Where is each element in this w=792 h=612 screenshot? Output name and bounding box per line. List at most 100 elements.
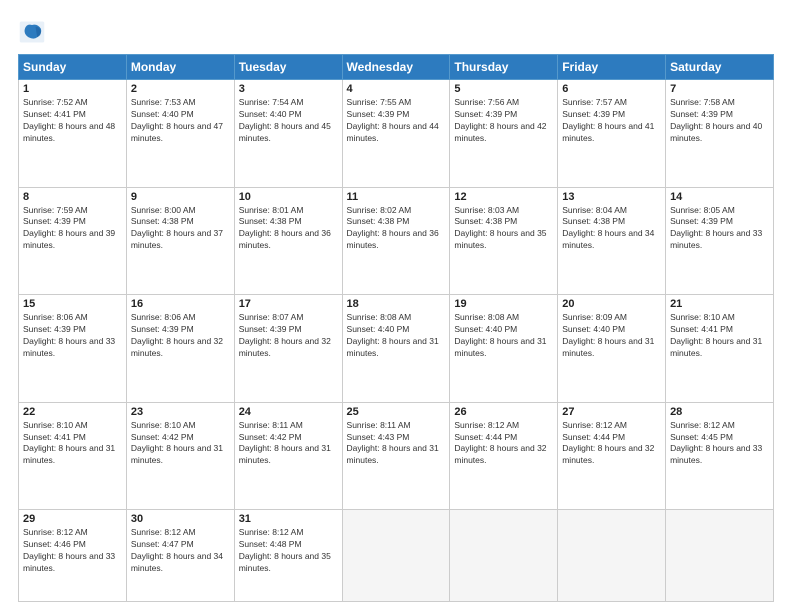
day-number: 25 bbox=[347, 406, 446, 418]
calendar-cell: 28 Sunrise: 8:12 AMSunset: 4:45 PMDayligh… bbox=[666, 402, 774, 510]
day-number: 20 bbox=[562, 298, 661, 310]
calendar-cell: 19 Sunrise: 8:08 AMSunset: 4:40 PMDayligh… bbox=[450, 295, 558, 403]
day-info: Sunrise: 8:02 AMSunset: 4:38 PMDaylight:… bbox=[347, 205, 446, 253]
logo bbox=[18, 18, 50, 46]
day-info: Sunrise: 7:57 AMSunset: 4:39 PMDaylight:… bbox=[562, 97, 661, 145]
day-header-monday: Monday bbox=[126, 55, 234, 80]
week-row-2: 8Sunrise: 7:59 AMSunset: 4:39 PMDaylight… bbox=[19, 187, 774, 295]
day-info: Sunrise: 7:58 AMSunset: 4:39 PMDaylight:… bbox=[670, 97, 769, 145]
day-info: Sunrise: 7:55 AMSunset: 4:39 PMDaylight:… bbox=[347, 97, 446, 145]
day-number: 18 bbox=[347, 298, 446, 310]
day-info: Sunrise: 8:10 AMSunset: 4:41 PMDaylight:… bbox=[670, 312, 769, 360]
calendar-cell: 26 Sunrise: 8:12 AMSunset: 4:44 PMDayligh… bbox=[450, 402, 558, 510]
day-header-wednesday: Wednesday bbox=[342, 55, 450, 80]
calendar-header-row: SundayMondayTuesdayWednesdayThursdayFrid… bbox=[19, 55, 774, 80]
calendar-cell: 18 Sunrise: 8:08 AMSunset: 4:40 PMDayligh… bbox=[342, 295, 450, 403]
day-info: Sunrise: 7:54 AMSunset: 4:40 PMDaylight:… bbox=[239, 97, 338, 145]
calendar-cell bbox=[558, 510, 666, 602]
calendar-cell: 11 Sunrise: 8:02 AMSunset: 4:38 PMDayligh… bbox=[342, 187, 450, 295]
day-number: 26 bbox=[454, 406, 553, 418]
day-number: 30 bbox=[131, 513, 230, 525]
day-info: Sunrise: 8:07 AMSunset: 4:39 PMDaylight:… bbox=[239, 312, 338, 360]
calendar-cell: 16Sunrise: 8:06 AMSunset: 4:39 PMDayligh… bbox=[126, 295, 234, 403]
day-number: 17 bbox=[239, 298, 338, 310]
calendar-cell: 10 Sunrise: 8:01 AMSunset: 4:38 PMDayligh… bbox=[234, 187, 342, 295]
day-info: Sunrise: 8:06 AMSunset: 4:39 PMDaylight:… bbox=[23, 312, 122, 360]
day-number: 28 bbox=[670, 406, 769, 418]
calendar-cell: 1Sunrise: 7:52 AMSunset: 4:41 PMDaylight… bbox=[19, 80, 127, 188]
day-info: Sunrise: 8:04 AMSunset: 4:38 PMDaylight:… bbox=[562, 205, 661, 253]
day-info: Sunrise: 8:05 AMSunset: 4:39 PMDaylight:… bbox=[670, 205, 769, 253]
day-info: Sunrise: 8:08 AMSunset: 4:40 PMDaylight:… bbox=[454, 312, 553, 360]
calendar-cell bbox=[342, 510, 450, 602]
calendar-cell: 5Sunrise: 7:56 AMSunset: 4:39 PMDaylight… bbox=[450, 80, 558, 188]
day-info: Sunrise: 8:12 AMSunset: 4:46 PMDaylight:… bbox=[23, 527, 122, 575]
calendar-cell: 7 Sunrise: 7:58 AMSunset: 4:39 PMDaylight… bbox=[666, 80, 774, 188]
calendar-cell: 3 Sunrise: 7:54 AMSunset: 4:40 PMDaylight… bbox=[234, 80, 342, 188]
day-info: Sunrise: 8:08 AMSunset: 4:40 PMDaylight:… bbox=[347, 312, 446, 360]
day-info: Sunrise: 8:12 AMSunset: 4:44 PMDaylight:… bbox=[562, 420, 661, 468]
day-number: 2 bbox=[131, 83, 230, 95]
logo-icon bbox=[18, 18, 46, 46]
day-info: Sunrise: 8:12 AMSunset: 4:48 PMDaylight:… bbox=[239, 527, 338, 575]
day-header-thursday: Thursday bbox=[450, 55, 558, 80]
calendar-cell: 12 Sunrise: 8:03 AMSunset: 4:38 PMDayligh… bbox=[450, 187, 558, 295]
day-info: Sunrise: 8:12 AMSunset: 4:44 PMDaylight:… bbox=[454, 420, 553, 468]
day-header-tuesday: Tuesday bbox=[234, 55, 342, 80]
day-number: 7 bbox=[670, 83, 769, 95]
day-info: Sunrise: 8:09 AMSunset: 4:40 PMDaylight:… bbox=[562, 312, 661, 360]
day-info: Sunrise: 8:12 AMSunset: 4:45 PMDaylight:… bbox=[670, 420, 769, 468]
day-header-sunday: Sunday bbox=[19, 55, 127, 80]
calendar-cell: 21Sunrise: 8:10 AMSunset: 4:41 PMDayligh… bbox=[666, 295, 774, 403]
day-number: 12 bbox=[454, 191, 553, 203]
day-info: Sunrise: 7:59 AMSunset: 4:39 PMDaylight:… bbox=[23, 205, 122, 253]
calendar-cell: 22Sunrise: 8:10 AMSunset: 4:41 PMDayligh… bbox=[19, 402, 127, 510]
day-info: Sunrise: 8:00 AMSunset: 4:38 PMDaylight:… bbox=[131, 205, 230, 253]
calendar-cell: 31Sunrise: 8:12 AMSunset: 4:48 PMDayligh… bbox=[234, 510, 342, 602]
day-number: 10 bbox=[239, 191, 338, 203]
calendar-cell bbox=[450, 510, 558, 602]
day-info: Sunrise: 8:10 AMSunset: 4:41 PMDaylight:… bbox=[23, 420, 122, 468]
header bbox=[18, 18, 774, 46]
day-number: 27 bbox=[562, 406, 661, 418]
day-header-friday: Friday bbox=[558, 55, 666, 80]
calendar-cell: 8Sunrise: 7:59 AMSunset: 4:39 PMDaylight… bbox=[19, 187, 127, 295]
day-info: Sunrise: 7:56 AMSunset: 4:39 PMDaylight:… bbox=[454, 97, 553, 145]
day-number: 15 bbox=[23, 298, 122, 310]
day-number: 9 bbox=[131, 191, 230, 203]
day-number: 16 bbox=[131, 298, 230, 310]
day-header-saturday: Saturday bbox=[666, 55, 774, 80]
day-info: Sunrise: 8:01 AMSunset: 4:38 PMDaylight:… bbox=[239, 205, 338, 253]
day-number: 19 bbox=[454, 298, 553, 310]
calendar-cell: 14Sunrise: 8:05 AMSunset: 4:39 PMDayligh… bbox=[666, 187, 774, 295]
calendar-cell: 27 Sunrise: 8:12 AMSunset: 4:44 PMDayligh… bbox=[558, 402, 666, 510]
day-info: Sunrise: 7:53 AMSunset: 4:40 PMDaylight:… bbox=[131, 97, 230, 145]
calendar-cell: 25 Sunrise: 8:11 AMSunset: 4:43 PMDayligh… bbox=[342, 402, 450, 510]
page: SundayMondayTuesdayWednesdayThursdayFrid… bbox=[0, 0, 792, 612]
week-row-4: 22Sunrise: 8:10 AMSunset: 4:41 PMDayligh… bbox=[19, 402, 774, 510]
week-row-1: 1Sunrise: 7:52 AMSunset: 4:41 PMDaylight… bbox=[19, 80, 774, 188]
calendar-cell: 13 Sunrise: 8:04 AMSunset: 4:38 PMDayligh… bbox=[558, 187, 666, 295]
day-number: 6 bbox=[562, 83, 661, 95]
day-number: 1 bbox=[23, 83, 122, 95]
calendar-table: SundayMondayTuesdayWednesdayThursdayFrid… bbox=[18, 54, 774, 602]
calendar-cell: 2 Sunrise: 7:53 AMSunset: 4:40 PMDaylight… bbox=[126, 80, 234, 188]
day-number: 11 bbox=[347, 191, 446, 203]
day-number: 29 bbox=[23, 513, 122, 525]
day-number: 3 bbox=[239, 83, 338, 95]
day-info: Sunrise: 8:11 AMSunset: 4:42 PMDaylight:… bbox=[239, 420, 338, 468]
day-info: Sunrise: 8:12 AMSunset: 4:47 PMDaylight:… bbox=[131, 527, 230, 575]
calendar-cell: 4 Sunrise: 7:55 AMSunset: 4:39 PMDaylight… bbox=[342, 80, 450, 188]
calendar-cell: 6 Sunrise: 7:57 AMSunset: 4:39 PMDaylight… bbox=[558, 80, 666, 188]
day-number: 13 bbox=[562, 191, 661, 203]
calendar-cell: 15 Sunrise: 8:06 AMSunset: 4:39 PMDayligh… bbox=[19, 295, 127, 403]
calendar-cell: 29 Sunrise: 8:12 AMSunset: 4:46 PMDayligh… bbox=[19, 510, 127, 602]
day-info: Sunrise: 8:03 AMSunset: 4:38 PMDaylight:… bbox=[454, 205, 553, 253]
calendar-cell: 23Sunrise: 8:10 AMSunset: 4:42 PMDayligh… bbox=[126, 402, 234, 510]
week-row-5: 29 Sunrise: 8:12 AMSunset: 4:46 PMDayligh… bbox=[19, 510, 774, 602]
day-info: Sunrise: 8:11 AMSunset: 4:43 PMDaylight:… bbox=[347, 420, 446, 468]
day-number: 23 bbox=[131, 406, 230, 418]
week-row-3: 15 Sunrise: 8:06 AMSunset: 4:39 PMDayligh… bbox=[19, 295, 774, 403]
day-number: 4 bbox=[347, 83, 446, 95]
calendar-cell bbox=[666, 510, 774, 602]
